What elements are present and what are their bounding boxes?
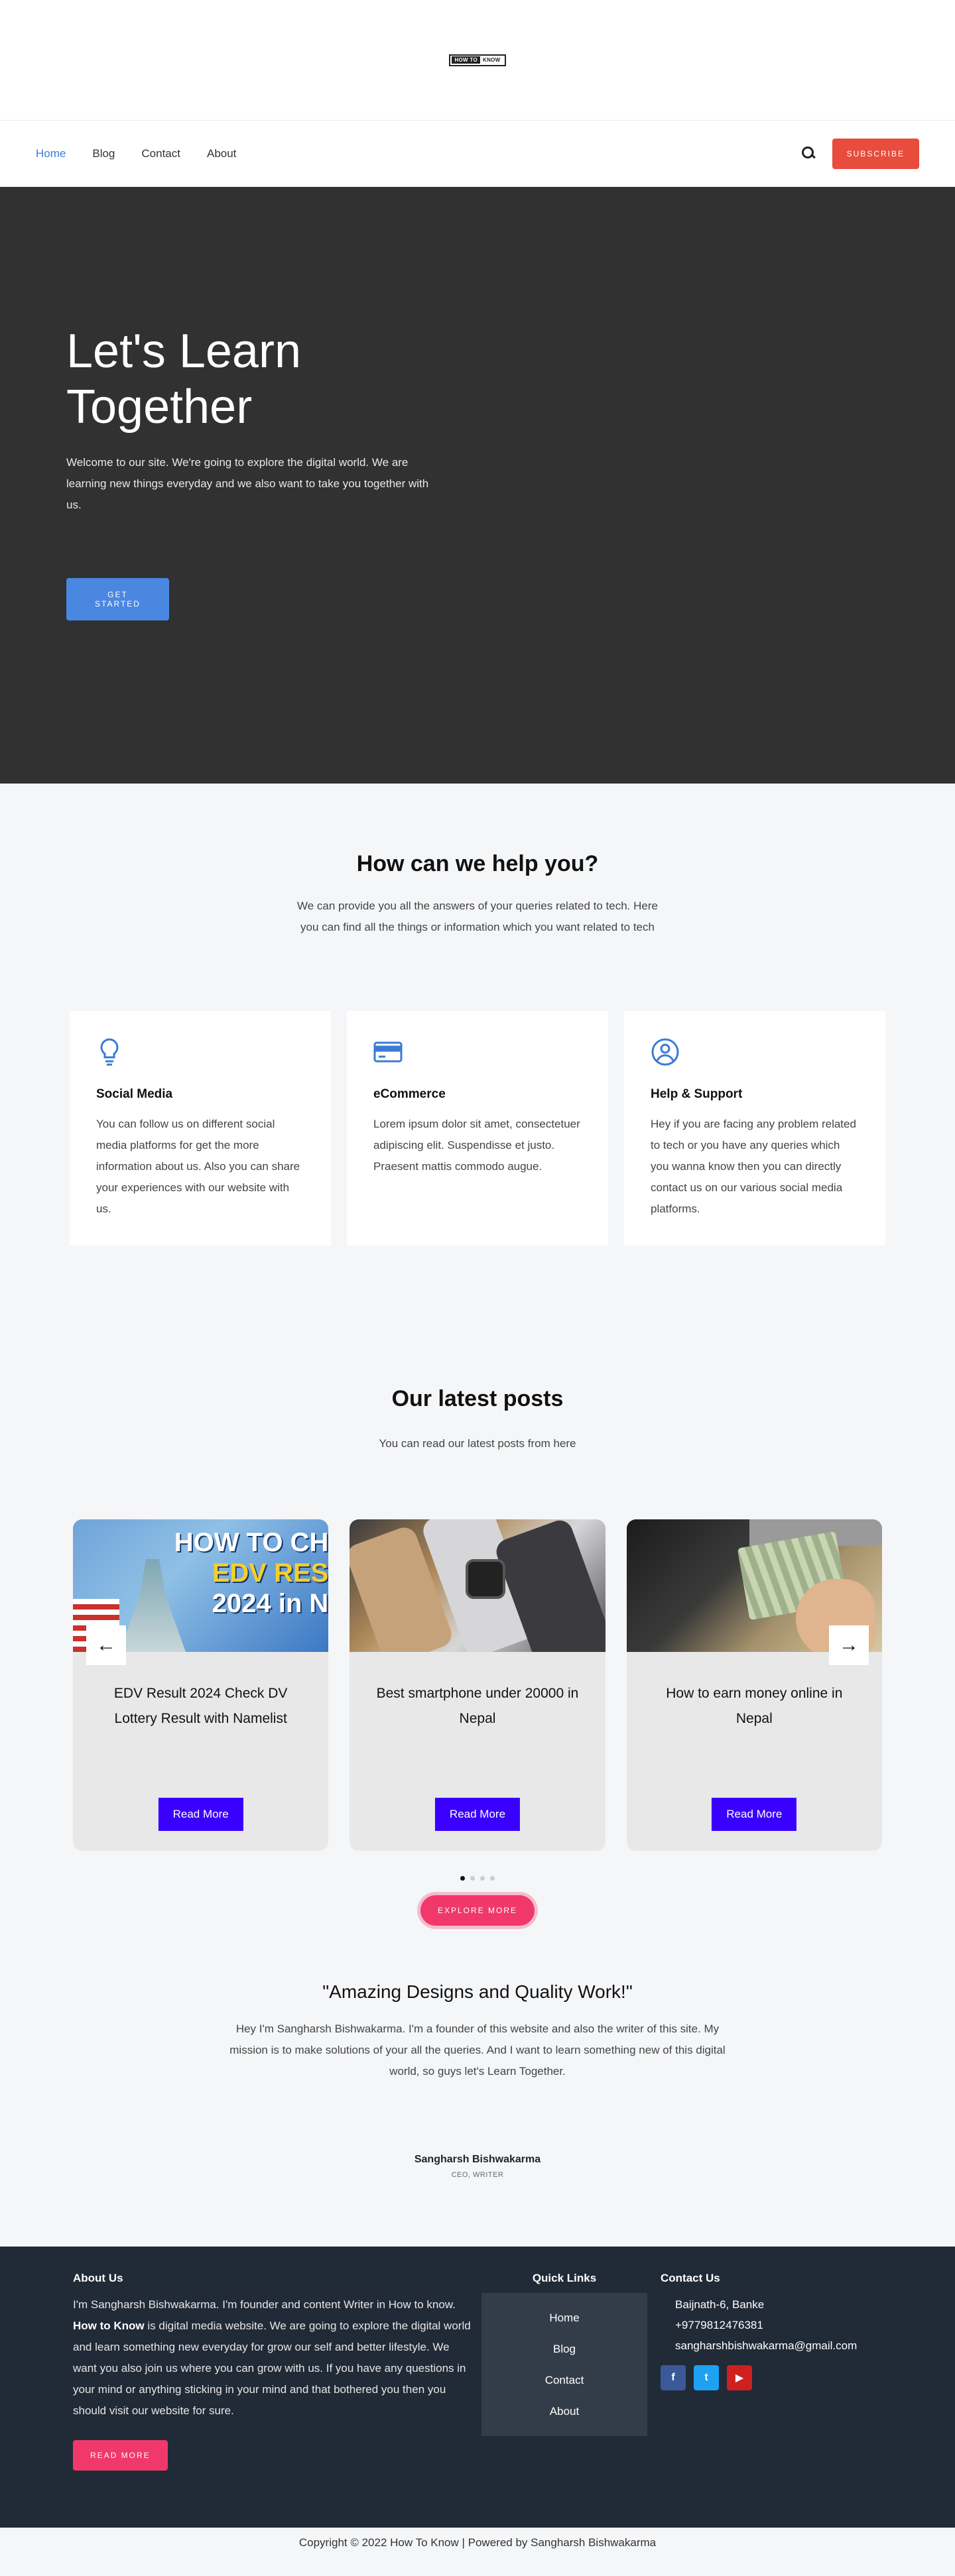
twitter-icon[interactable]: t	[694, 2365, 719, 2390]
testimonial-quote: "Amazing Designs and Quality Work!"	[322, 1981, 633, 2002]
footer-quick-links: Quick Links Home Blog Contact About	[481, 2272, 647, 2528]
footer-contact: Contact Us Baijnath-6, Banke +9779812476…	[661, 2272, 857, 2528]
help-card-social-media: Social Media You can follow us on differ…	[70, 1011, 331, 1246]
caption-line: 2024 in N	[212, 1589, 329, 1618]
main-nav: Home Blog Contact About SUBSCRIBE	[0, 121, 955, 187]
about-text-part: I'm Sangharsh Bishwakarma. I'm founder a…	[73, 2298, 456, 2311]
social-icons: f t ▶	[661, 2365, 857, 2390]
logo-text-right: KNOW	[483, 57, 501, 63]
testimonial-section: "Amazing Designs and Quality Work!" Hey …	[0, 1926, 955, 2179]
footer-about: About Us I'm Sangharsh Bishwakarma. I'm …	[73, 2272, 471, 2528]
logo-text-left: HOW TO	[452, 56, 480, 64]
post-image-caption: HOW TO CH EDV RES 2024 in N	[174, 1527, 329, 1619]
get-started-button[interactable]: GET STARTED	[66, 578, 169, 620]
card-text: Lorem ipsum dolor sit amet, consectetuer…	[373, 1118, 580, 1173]
card-title: Social Media	[96, 1087, 173, 1101]
hero-text: Welcome to our site. We're going to expl…	[66, 456, 429, 511]
help-title: How can we help you?	[356, 851, 599, 876]
carousel-dot[interactable]	[480, 1876, 485, 1881]
read-more-button[interactable]: Read More	[434, 1798, 521, 1831]
explore-more-button[interactable]: EXPLORE MORE	[420, 1895, 535, 1926]
camera-graphic	[466, 1559, 506, 1599]
card-text: You can follow us on different social me…	[96, 1118, 300, 1215]
hero-section: Let's Learn Together Welcome to our site…	[0, 187, 955, 784]
facebook-icon[interactable]: f	[661, 2365, 686, 2390]
posts-subtitle: You can read our latest posts from here	[379, 1437, 576, 1450]
about-text-part: is digital media website. We are going t…	[73, 2319, 471, 2417]
help-cards: Social Media You can follow us on differ…	[0, 1011, 955, 1246]
carousel-dots	[0, 1876, 955, 1881]
hero-title: Let's Learn Together	[66, 325, 301, 434]
contact-email[interactable]: sangharshbishwakarma@gmail.com	[675, 2335, 857, 2356]
lightbulb-icon	[100, 1038, 119, 1066]
arrow-right-icon[interactable]: →	[829, 1625, 869, 1665]
footer-about-text: I'm Sangharsh Bishwakarma. I'm founder a…	[73, 2294, 471, 2422]
footer-link-about[interactable]: About	[481, 2396, 647, 2427]
help-card-ecommerce: eCommerce Lorem ipsum dolor sit amet, co…	[347, 1011, 608, 1246]
footer-contact-info: Baijnath-6, Banke +9779812476381 sanghar…	[661, 2294, 857, 2356]
post-card[interactable]: How to earn money online in Nepal Read M…	[626, 1519, 882, 1851]
nav-links: Home Blog Contact About	[36, 147, 236, 160]
post-title[interactable]: Best smartphone under 20000 in Nepal	[350, 1652, 605, 1731]
footer-contact-title: Contact Us	[661, 2272, 720, 2284]
user-circle-icon	[651, 1038, 679, 1066]
post-image	[350, 1519, 605, 1652]
footer: About Us I'm Sangharsh Bishwakarma. I'm …	[0, 2247, 955, 2528]
nav-home[interactable]: Home	[36, 147, 66, 160]
help-section: How can we help you? We can provide you …	[0, 784, 955, 1246]
testimonial-role: CEO, WRITER	[451, 2171, 504, 2179]
read-more-button[interactable]: Read More	[712, 1798, 797, 1831]
nav-blog[interactable]: Blog	[92, 147, 115, 160]
footer-link-contact[interactable]: Contact	[481, 2365, 647, 2396]
posts-title: Our latest posts	[391, 1386, 564, 1411]
card-title: eCommerce	[373, 1087, 446, 1101]
logo-bar: HOW TO KNOW	[0, 0, 955, 121]
site-logo[interactable]: HOW TO KNOW	[449, 54, 506, 66]
carousel-dot[interactable]	[460, 1876, 465, 1881]
footer-link-home[interactable]: Home	[481, 2302, 647, 2333]
youtube-icon[interactable]: ▶	[727, 2365, 752, 2390]
footer-about-title: About Us	[73, 2272, 123, 2284]
credit-card-icon	[373, 1041, 403, 1063]
testimonial-author: Sangharsh Bishwakarma	[414, 2154, 541, 2165]
carousel-dot[interactable]	[470, 1876, 475, 1881]
about-text-bold: How to Know	[73, 2319, 145, 2332]
card-text: Hey if you are facing any problem relate…	[651, 1118, 856, 1215]
help-card-help-support: Help & Support Hey if you are facing any…	[624, 1011, 885, 1246]
contact-address: Baijnath-6, Banke	[675, 2298, 765, 2311]
copyright-bar: Copyright © 2022 How To Know | Powered b…	[0, 2528, 955, 2559]
footer-links-title: Quick Links	[532, 2272, 597, 2284]
nav-about[interactable]: About	[207, 147, 236, 160]
search-icon[interactable]	[801, 146, 816, 161]
footer-read-more-button[interactable]: READ MORE	[73, 2440, 168, 2471]
subscribe-button[interactable]: SUBSCRIBE	[832, 138, 919, 169]
footer-link-blog[interactable]: Blog	[481, 2333, 647, 2365]
carousel-dot[interactable]	[490, 1876, 495, 1881]
read-more-button[interactable]: Read More	[158, 1798, 243, 1831]
card-title: Help & Support	[651, 1087, 743, 1101]
help-subtitle: We can provide you all the answers of yo…	[297, 900, 658, 933]
contact-phone[interactable]: +9779812476381	[675, 2315, 857, 2335]
posts-carousel: ← → HOW TO CH EDV RES 2024 in N EDV Resu…	[73, 1519, 882, 1851]
arrow-left-icon[interactable]: ←	[86, 1625, 126, 1665]
nav-contact[interactable]: Contact	[141, 147, 180, 160]
posts-section: Our latest posts You can read our latest…	[0, 1246, 955, 1926]
footer-links-box: Home Blog Contact About	[481, 2293, 647, 2436]
caption-line: EDV RES	[212, 1558, 329, 1588]
post-card[interactable]: Best smartphone under 20000 in Nepal Rea…	[350, 1519, 605, 1851]
caption-line: HOW TO CH	[174, 1528, 329, 1557]
testimonial-text: Hey I'm Sangharsh Bishwakarma. I'm a fou…	[229, 2022, 726, 2078]
post-card[interactable]: HOW TO CH EDV RES 2024 in N EDV Result 2…	[73, 1519, 329, 1851]
nav-right: SUBSCRIBE	[801, 138, 919, 169]
